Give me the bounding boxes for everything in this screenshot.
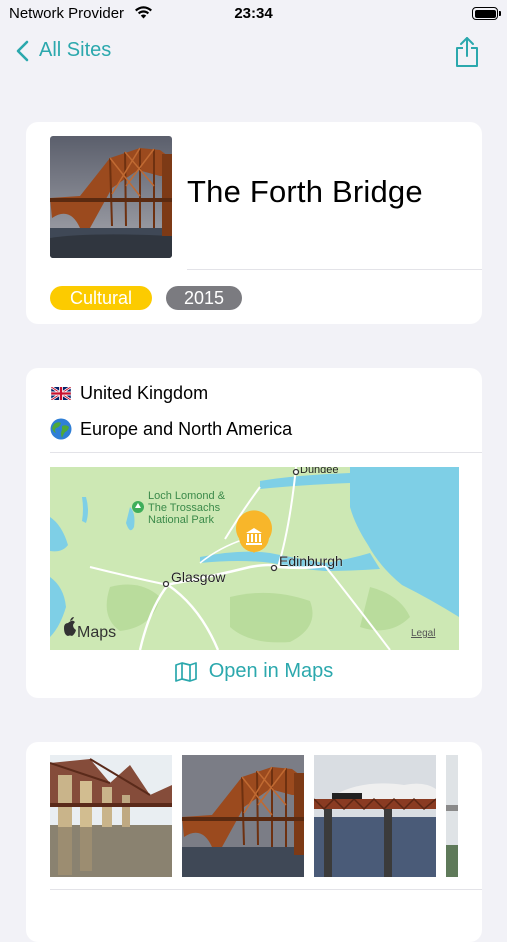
photo-thumbnail[interactable] — [50, 755, 172, 877]
navigation-bar: All Sites — [0, 36, 507, 72]
share-icon — [456, 37, 478, 67]
photo-thumbnail[interactable] — [314, 755, 436, 877]
map-icon — [174, 661, 197, 682]
divider — [50, 889, 482, 890]
map-label-trossachs: The Trossachs — [148, 502, 221, 514]
photo-thumbnail[interactable] — [182, 755, 304, 877]
map-label-glasgow: Glasgow — [171, 569, 226, 585]
divider — [50, 452, 482, 453]
country-label: United Kingdom — [80, 382, 209, 403]
status-bar: Network Provider 23:34 — [0, 0, 507, 28]
region-label: Europe and North America — [80, 418, 293, 439]
map-legal-link[interactable]: Legal — [411, 628, 435, 639]
maps-brand-label: Maps — [77, 624, 116, 641]
back-button[interactable]: All Sites — [16, 39, 111, 62]
divider — [187, 269, 482, 270]
back-label: All Sites — [39, 39, 112, 61]
map-label-edinburgh: Edinburgh — [279, 553, 343, 569]
clock: 23:34 — [234, 5, 273, 22]
country-row: United Kingdom — [50, 378, 208, 408]
year-badge: 2015 — [166, 286, 242, 310]
battery-icon — [472, 7, 501, 20]
uk-flag-icon — [50, 386, 72, 400]
region-row: Europe and North America — [50, 414, 292, 444]
map-label-dundee: Dundee — [300, 467, 339, 476]
site-thumbnail[interactable] — [50, 136, 172, 258]
map-label-national-park: National Park — [148, 514, 215, 526]
location-card: United Kingdom Europe and North America — [26, 368, 482, 698]
share-button[interactable] — [453, 36, 481, 73]
category-badge: Cultural — [50, 286, 152, 310]
photo-thumbnail[interactable] — [446, 755, 458, 877]
open-in-maps-label: Open in Maps — [208, 660, 334, 682]
site-title: The Forth Bridge — [187, 174, 423, 209]
location-map[interactable]: Loch Lomond & The Trossachs National Par… — [50, 467, 459, 650]
photos-card — [26, 742, 482, 942]
site-header-card: The Forth Bridge Cultural 2015 — [26, 122, 482, 324]
globe-icon — [50, 418, 72, 440]
open-in-maps-button[interactable]: Open in Maps — [26, 660, 482, 683]
map-label-loch-lomond: Loch Lomond & — [148, 490, 226, 502]
chevron-left-icon — [16, 40, 29, 61]
